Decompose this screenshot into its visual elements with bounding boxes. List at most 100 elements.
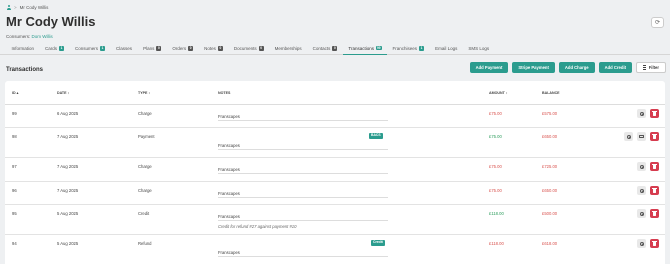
- row-note: Franscapes: [218, 167, 240, 172]
- view-button[interactable]: [637, 162, 646, 171]
- tab-label: Franchisees: [392, 46, 418, 51]
- person-icon[interactable]: [6, 5, 11, 10]
- view-button[interactable]: [637, 209, 646, 218]
- stripe-payment-button[interactable]: Stripe Payment: [512, 62, 555, 73]
- tab-label: Notes: [204, 46, 216, 51]
- note-divider: [218, 173, 388, 174]
- page-title: Mr Cody Willis: [6, 14, 96, 29]
- section-title: Transactions: [6, 67, 44, 73]
- tab-sms-logs[interactable]: SMS Logs: [463, 43, 495, 55]
- tab-label: Documents: [233, 46, 257, 51]
- tab-label: Orders: [172, 46, 187, 51]
- receipt-icon: [639, 134, 644, 139]
- payment-method-badge: Credit: [371, 240, 385, 246]
- note-divider: [218, 220, 388, 221]
- row-date: 5 Aug 2025: [57, 241, 79, 246]
- view-button[interactable]: [637, 109, 646, 118]
- action-bar: Add Payment Stripe Payment Add Charge Ad…: [469, 62, 666, 73]
- tab-transactions[interactable]: Transactions 99: [342, 43, 388, 55]
- tab-information[interactable]: Information: [6, 43, 40, 55]
- filter-button[interactable]: Filter: [636, 62, 666, 73]
- tab-consumers[interactable]: Consumers 1: [70, 43, 111, 55]
- tab-contacts[interactable]: Contacts 0: [307, 43, 343, 55]
- row-sub-note: Credit for refund #27 against payment #1…: [218, 224, 297, 229]
- header-date[interactable]: DATE ↕: [57, 91, 69, 95]
- filter-icon: [643, 65, 646, 70]
- add-payment-button[interactable]: Add Payment: [469, 62, 509, 73]
- view-button[interactable]: [637, 239, 646, 248]
- trash-icon: [652, 110, 657, 116]
- delete-button[interactable]: [650, 209, 659, 218]
- delete-button[interactable]: [650, 109, 659, 118]
- trash-icon: [652, 187, 657, 193]
- search-icon: [639, 111, 644, 116]
- tab-label: SMS Logs: [468, 46, 490, 51]
- view-button[interactable]: [624, 132, 633, 141]
- delete-button[interactable]: [650, 132, 659, 141]
- tab-email-logs[interactable]: Email Logs: [430, 43, 463, 55]
- row-balance: £725.00: [542, 164, 558, 169]
- tab-count-badge: 0: [332, 46, 338, 51]
- header-balance: BALANCE: [542, 91, 560, 95]
- tab-classes[interactable]: Classes: [111, 43, 138, 55]
- table-row: 95 5 Aug 2025 Credit £118.00 £500.00 Franscap…: [5, 205, 665, 235]
- breadcrumb: > Mr Cody Willis: [6, 5, 48, 10]
- search-icon: [626, 134, 631, 139]
- table-row: 96 7 Aug 2025 Charge £75.00 £650.00 Franscape…: [5, 182, 665, 205]
- row-type: Charge: [138, 164, 152, 169]
- table-row: 99 6 Aug 2025 Charge £75.00 £575.00 Franscape…: [5, 105, 665, 128]
- view-button[interactable]: [637, 186, 646, 195]
- payment-method-badge: BACS: [369, 133, 383, 139]
- delete-button[interactable]: [650, 162, 659, 171]
- tab-cards[interactable]: Cards 1: [40, 43, 70, 55]
- add-charge-button[interactable]: Add Charge: [558, 62, 595, 73]
- tab-documents[interactable]: Documents 0: [228, 43, 269, 55]
- note-divider: [218, 149, 388, 150]
- header-type[interactable]: TYPE ↕: [138, 91, 150, 95]
- delete-button[interactable]: [650, 239, 659, 248]
- tab-count-badge: 0: [188, 46, 194, 51]
- row-id: 96: [12, 188, 17, 193]
- receipt-button[interactable]: [637, 132, 646, 141]
- refresh-button[interactable]: ⟳: [651, 17, 664, 28]
- row-type: Charge: [138, 188, 152, 193]
- table-row: 94 5 Aug 2025 Refund £118.00 £618.00 Credit Fr…: [5, 235, 665, 264]
- tab-label: Information: [11, 46, 35, 51]
- row-amount: £118.00: [489, 241, 504, 246]
- row-note: Franscapes: [218, 214, 240, 219]
- tab-label: Contacts: [312, 46, 331, 51]
- row-balance: £650.00: [542, 134, 558, 139]
- trash-icon: [652, 163, 657, 169]
- tab-notes[interactable]: Notes 0: [199, 43, 229, 55]
- header-id[interactable]: ID ▴: [12, 91, 18, 95]
- row-balance: £575.00: [542, 111, 558, 116]
- row-balance: £500.00: [542, 211, 558, 216]
- search-icon: [639, 241, 644, 246]
- consumer-link[interactable]: Dom Willis: [32, 34, 53, 39]
- note-divider: [218, 197, 388, 198]
- tab-memberships[interactable]: Memberships: [269, 43, 307, 55]
- search-icon: [639, 188, 644, 193]
- tab-label: Memberships: [274, 46, 302, 51]
- row-date: 7 Aug 2025: [57, 188, 79, 193]
- add-credit-button[interactable]: Add Credit: [598, 62, 632, 73]
- trash-icon: [652, 240, 657, 246]
- delete-button[interactable]: [650, 186, 659, 195]
- row-amount: £75.00: [489, 188, 502, 193]
- tab-label: Email Logs: [435, 46, 458, 51]
- tab-plans[interactable]: Plans 0: [138, 43, 167, 55]
- row-date: 5 Aug 2025: [57, 211, 79, 216]
- tab-label: Plans: [143, 46, 155, 51]
- row-note: Franscapes: [218, 191, 240, 196]
- consumers-line: Consumers: Dom Willis: [6, 34, 53, 39]
- tab-count-badge: 0: [156, 46, 162, 51]
- row-type: Payment: [138, 134, 155, 139]
- row-amount: £75.00: [489, 164, 502, 169]
- table-row: 98 7 Aug 2025 Payment £75.00 £650.00 BACS Fran…: [5, 128, 665, 158]
- row-balance: £618.00: [542, 241, 558, 246]
- tab-orders[interactable]: Orders 0: [167, 43, 199, 55]
- tab-franchisees[interactable]: Franchisees 1: [387, 43, 430, 55]
- header-amount[interactable]: AMOUNT ↕: [489, 91, 508, 95]
- row-id: 97: [12, 164, 17, 169]
- table-header: ID ▴ DATE ↕ TYPE ↕ NOTES AMOUNT ↕ BALANC…: [5, 81, 665, 105]
